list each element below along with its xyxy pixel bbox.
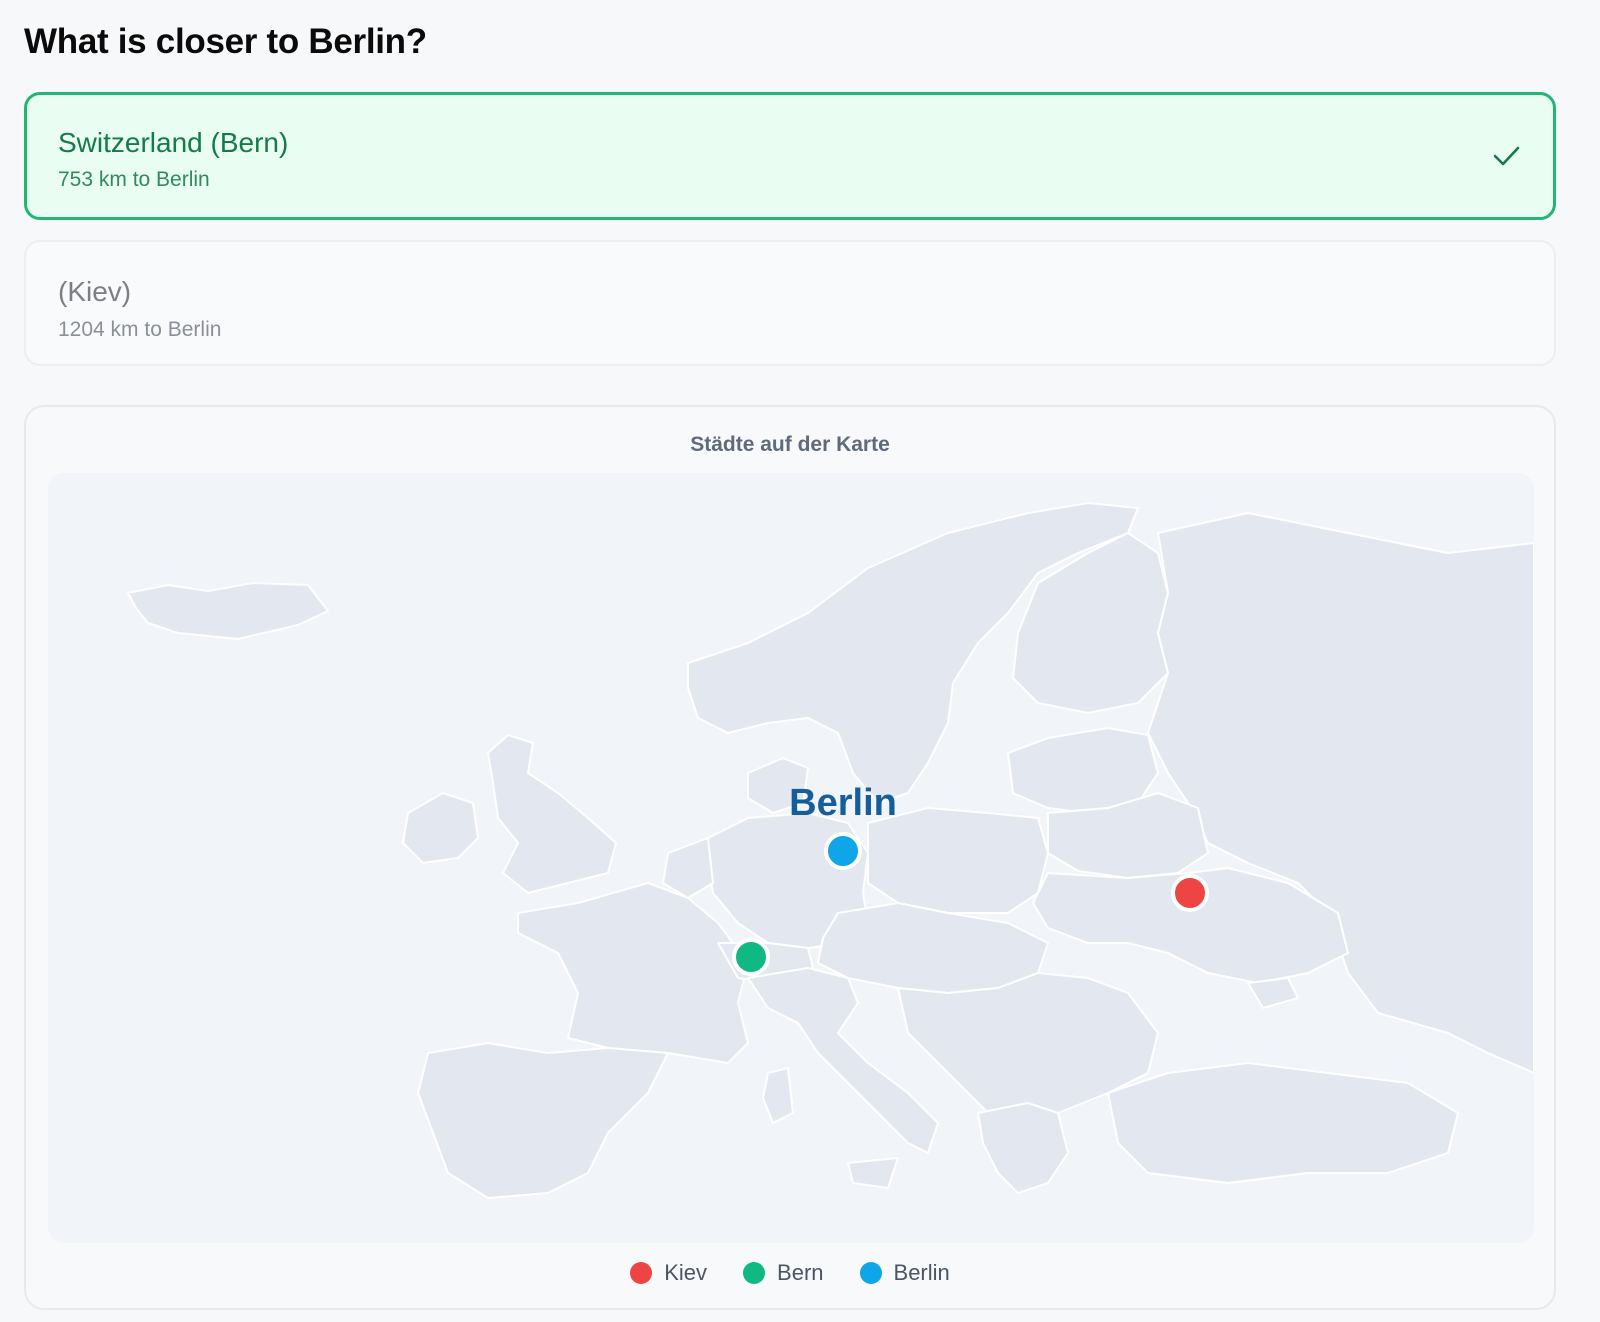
legend-label: Berlin (893, 1260, 950, 1285)
question-title: What is closer to Berlin? (24, 22, 427, 61)
crimea-shape (1247, 977, 1299, 1009)
map-legend: Kiev Bern Berlin (26, 1260, 1554, 1286)
answer-option-kiev[interactable]: (Kiev) 1204 km to Berlin (24, 240, 1556, 366)
legend-label: Bern (777, 1260, 824, 1285)
europe-map-svg: Berlin (127, 502, 1534, 1199)
map-title: Städte auf der Karte (690, 433, 890, 456)
sicily-shape (847, 1157, 899, 1189)
marker-bern (732, 938, 770, 976)
central-europe-shape (817, 902, 1049, 994)
sardinia-shape (762, 1067, 794, 1124)
legend-dot-icon (630, 1262, 653, 1284)
option-distance: 1204 km to Berlin (58, 318, 222, 341)
legend-item-bern: Bern (743, 1260, 824, 1286)
marker-berlin (824, 832, 862, 870)
option-title: Switzerland (Bern) (58, 127, 289, 158)
legend-label: Kiev (664, 1260, 708, 1285)
option-distance: 753 km to Berlin (58, 168, 210, 191)
great-britain-shape (487, 734, 617, 894)
europe-map[interactable]: Berlin (48, 473, 1534, 1243)
answer-option-switzerland[interactable]: Switzerland (Bern) 753 km to Berlin (24, 92, 1556, 220)
greece-shape (977, 1102, 1069, 1194)
ireland-shape (402, 792, 479, 864)
legend-dot-icon (743, 1262, 766, 1284)
benelux-shape (662, 837, 714, 899)
iceland-shape (127, 582, 329, 640)
option-title: (Kiev) (58, 276, 132, 307)
checkmark-icon (1493, 146, 1520, 166)
legend-item-berlin: Berlin (859, 1260, 950, 1286)
legend-item-kiev: Kiev (630, 1260, 707, 1286)
turkey-shape (1107, 1062, 1459, 1184)
legend-dot-icon (859, 1262, 882, 1284)
france-shape (517, 882, 749, 1064)
russia-shape (1147, 512, 1534, 1074)
iberia-shape (417, 1042, 669, 1199)
berlin-map-label: Berlin (789, 782, 897, 824)
marker-kiev (1171, 874, 1209, 912)
map-card: Städte auf der Karte Berlin Kiev Bern Be… (24, 405, 1556, 1310)
